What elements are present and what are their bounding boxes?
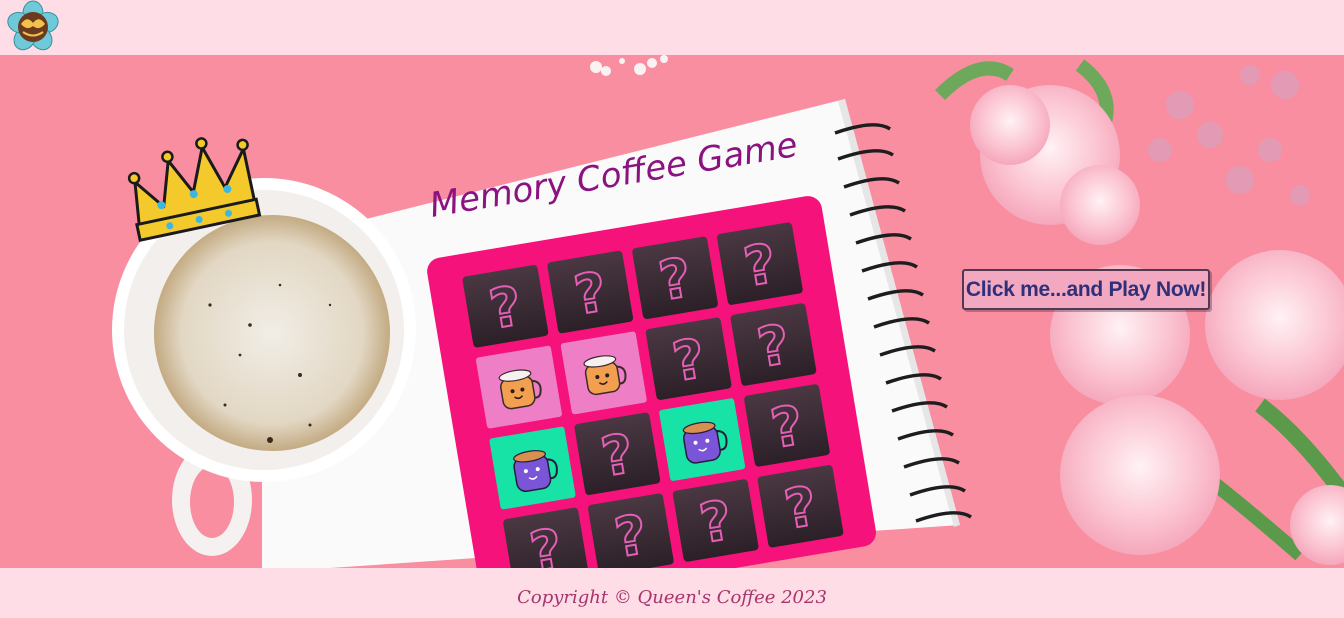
memory-card-flipped[interactable] [659,398,746,482]
memory-card[interactable]: ? [462,264,549,348]
memory-card-flipped[interactable] [560,331,647,415]
memory-card[interactable]: ? [547,250,634,334]
memory-card[interactable]: ? [716,222,803,306]
queens-coffee-flower-logo-icon[interactable] [2,0,64,54]
memory-card[interactable]: ? [632,236,719,320]
memory-card[interactable]: ? [645,317,732,401]
memory-card[interactable]: ? [503,507,590,568]
memory-card[interactable]: ? [730,303,817,387]
memory-card[interactable]: ? [757,465,844,549]
memory-card-flipped[interactable] [489,426,576,510]
copyright-text: Copyright © Queen's Coffee 2023 [517,587,827,608]
hero-banner: Memory Coffee Game ? ? ? ? ? ? ? ? ? ? ?… [0,55,1344,568]
memory-card[interactable]: ? [587,493,674,568]
memory-card[interactable]: ? [574,412,661,496]
memory-card[interactable]: ? [672,479,759,563]
memory-card[interactable]: ? [744,384,831,468]
site-header [0,0,1344,55]
memory-card-flipped[interactable] [475,345,563,429]
play-now-button[interactable]: Click me...and Play Now! [962,269,1210,310]
site-footer: Copyright © Queen's Coffee 2023 [0,568,1344,618]
